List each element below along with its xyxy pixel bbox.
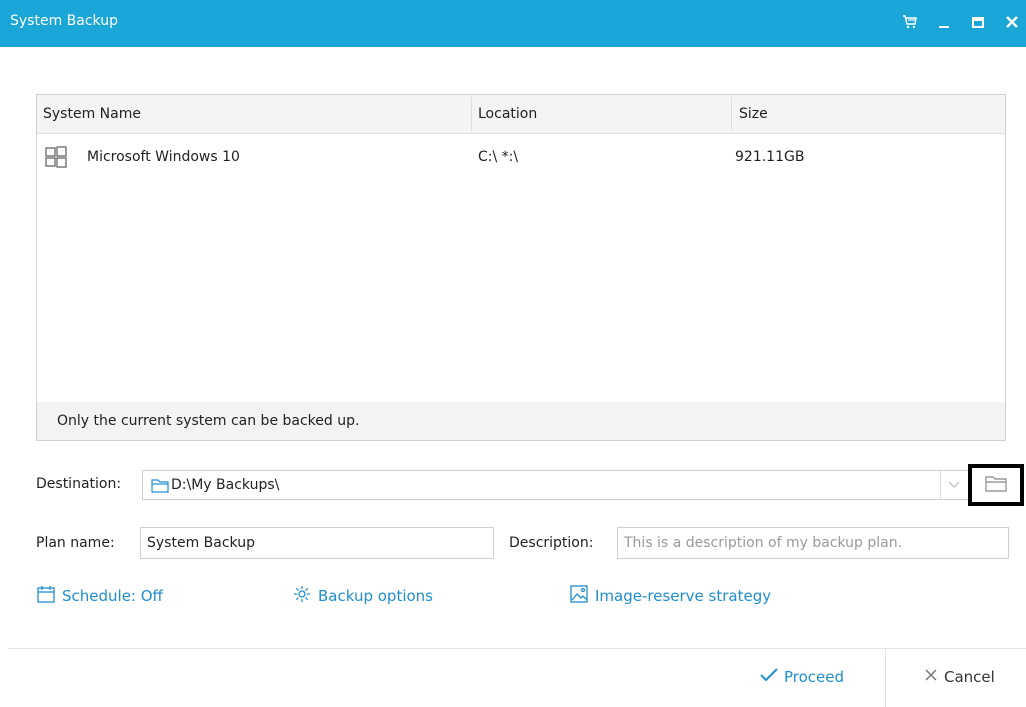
schedule-label: Schedule: Off [62, 587, 163, 605]
list-footer-note: Only the current system can be backed up… [37, 402, 1005, 440]
column-size[interactable]: Size [739, 95, 768, 133]
window-title: System Backup [10, 13, 118, 29]
calendar-icon [36, 584, 56, 608]
proceed-label: Proceed [784, 668, 845, 686]
system-name-cell: Microsoft Windows 10 [87, 149, 240, 165]
location-cell: C:\ *:\ [478, 149, 519, 165]
description-input[interactable] [617, 527, 1009, 559]
browse-folder-button[interactable] [968, 464, 1024, 506]
cart-icon[interactable] [902, 13, 918, 31]
cancel-button[interactable]: Cancel [924, 668, 995, 686]
list-header: System Name Location Size [37, 95, 1005, 134]
column-divider [471, 97, 472, 131]
windows-icon [45, 134, 67, 180]
table-row[interactable]: Microsoft Windows 10 C:\ *:\ 921.11GB [37, 134, 1005, 180]
footer-divider [8, 648, 1026, 649]
column-location[interactable]: Location [478, 95, 537, 133]
folder-icon [985, 474, 1007, 496]
title-bar: System Backup [0, 0, 1026, 47]
image-icon [569, 584, 589, 608]
close-icon [924, 668, 938, 686]
proceed-button[interactable]: Proceed [760, 668, 844, 686]
minimize-icon[interactable] [936, 13, 952, 31]
backup-options-link[interactable]: Backup options [292, 584, 433, 608]
column-divider [731, 97, 732, 131]
column-system-name[interactable]: System Name [43, 95, 141, 133]
cancel-label: Cancel [944, 668, 995, 686]
close-icon[interactable] [1004, 13, 1020, 31]
chevron-down-icon[interactable] [940, 471, 967, 499]
schedule-link[interactable]: Schedule: Off [36, 584, 163, 608]
destination-field[interactable]: D:\My Backups\ [142, 470, 972, 500]
button-divider [885, 649, 886, 707]
backup-options-label: Backup options [318, 587, 433, 605]
description-label: Description: [509, 535, 594, 551]
maximize-icon[interactable] [970, 13, 986, 31]
destination-value: D:\My Backups\ [171, 477, 280, 493]
destination-label: Destination: [36, 476, 122, 492]
gear-icon [292, 584, 312, 608]
image-reserve-link[interactable]: Image-reserve strategy [569, 584, 771, 608]
folder-icon [151, 477, 169, 497]
system-list: System Name Location Size Microsoft Wind… [36, 94, 1006, 441]
window-controls [902, 13, 1020, 31]
plan-name-input[interactable] [140, 527, 494, 559]
check-icon [760, 668, 778, 686]
plan-name-label: Plan name: [36, 535, 115, 551]
image-reserve-label: Image-reserve strategy [595, 587, 772, 605]
size-cell: 921.11GB [735, 149, 805, 165]
